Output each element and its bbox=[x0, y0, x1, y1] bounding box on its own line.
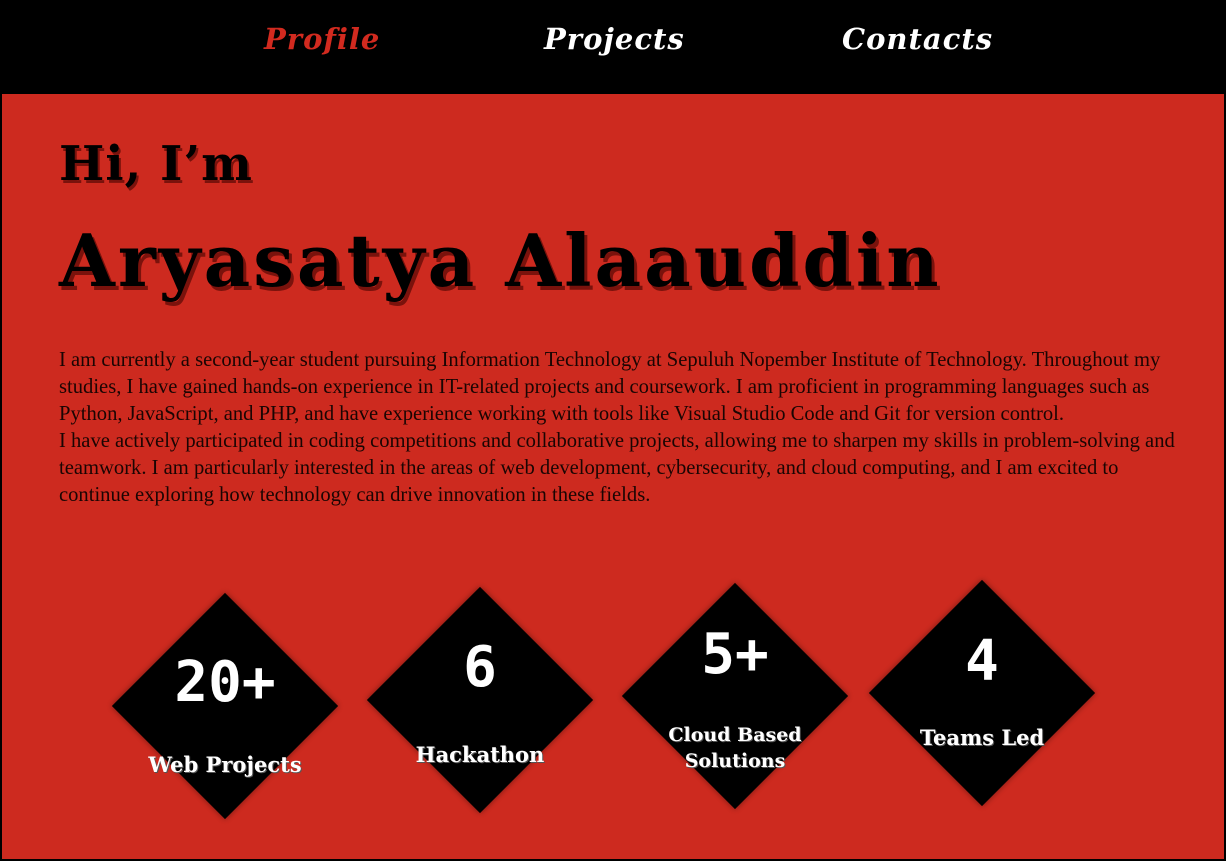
stat-value: 20+ bbox=[174, 650, 276, 715]
stat-label: Web Projects bbox=[148, 752, 302, 777]
stat-value: 6 bbox=[463, 635, 497, 700]
page: Profile Projects Contacts Hi, I’m Aryasa… bbox=[0, 0, 1226, 861]
nav-link-projects[interactable]: Projects bbox=[544, 22, 685, 56]
greeting-heading: Hi, I’m bbox=[59, 136, 253, 192]
stat-label: Hackathon bbox=[415, 742, 545, 767]
bio-paragraph: I have actively participated in coding c… bbox=[59, 430, 1175, 507]
stat-teams-led: 4 Teams Led bbox=[867, 578, 1097, 808]
stat-value: 4 bbox=[965, 629, 999, 694]
nav-link-contacts[interactable]: Contacts bbox=[842, 22, 993, 56]
stat-label: Teams Led bbox=[919, 725, 1045, 750]
diamond-shape bbox=[366, 586, 594, 814]
stat-cloud-solutions: 5+ Cloud Based Solutions bbox=[620, 581, 850, 811]
diamond-shape bbox=[621, 582, 849, 810]
nav-link-profile[interactable]: Profile bbox=[264, 22, 380, 56]
stat-hackathon: 6 Hackathon bbox=[365, 585, 595, 815]
bio-text: I am currently a second-year student pur… bbox=[59, 347, 1179, 510]
name-heading: Aryasatya Alaauddin bbox=[59, 218, 942, 303]
profile-section: Hi, I’m Aryasatya Alaauddin I am current… bbox=[2, 94, 1224, 859]
top-nav: Profile Projects Contacts bbox=[0, 0, 1226, 94]
stat-label: Cloud Based Solutions bbox=[668, 724, 802, 772]
bio-paragraph: I am currently a second-year student pur… bbox=[59, 349, 1161, 426]
stat-value: 5+ bbox=[701, 622, 769, 687]
stat-web-projects: 20+ Web Projects bbox=[110, 591, 340, 821]
